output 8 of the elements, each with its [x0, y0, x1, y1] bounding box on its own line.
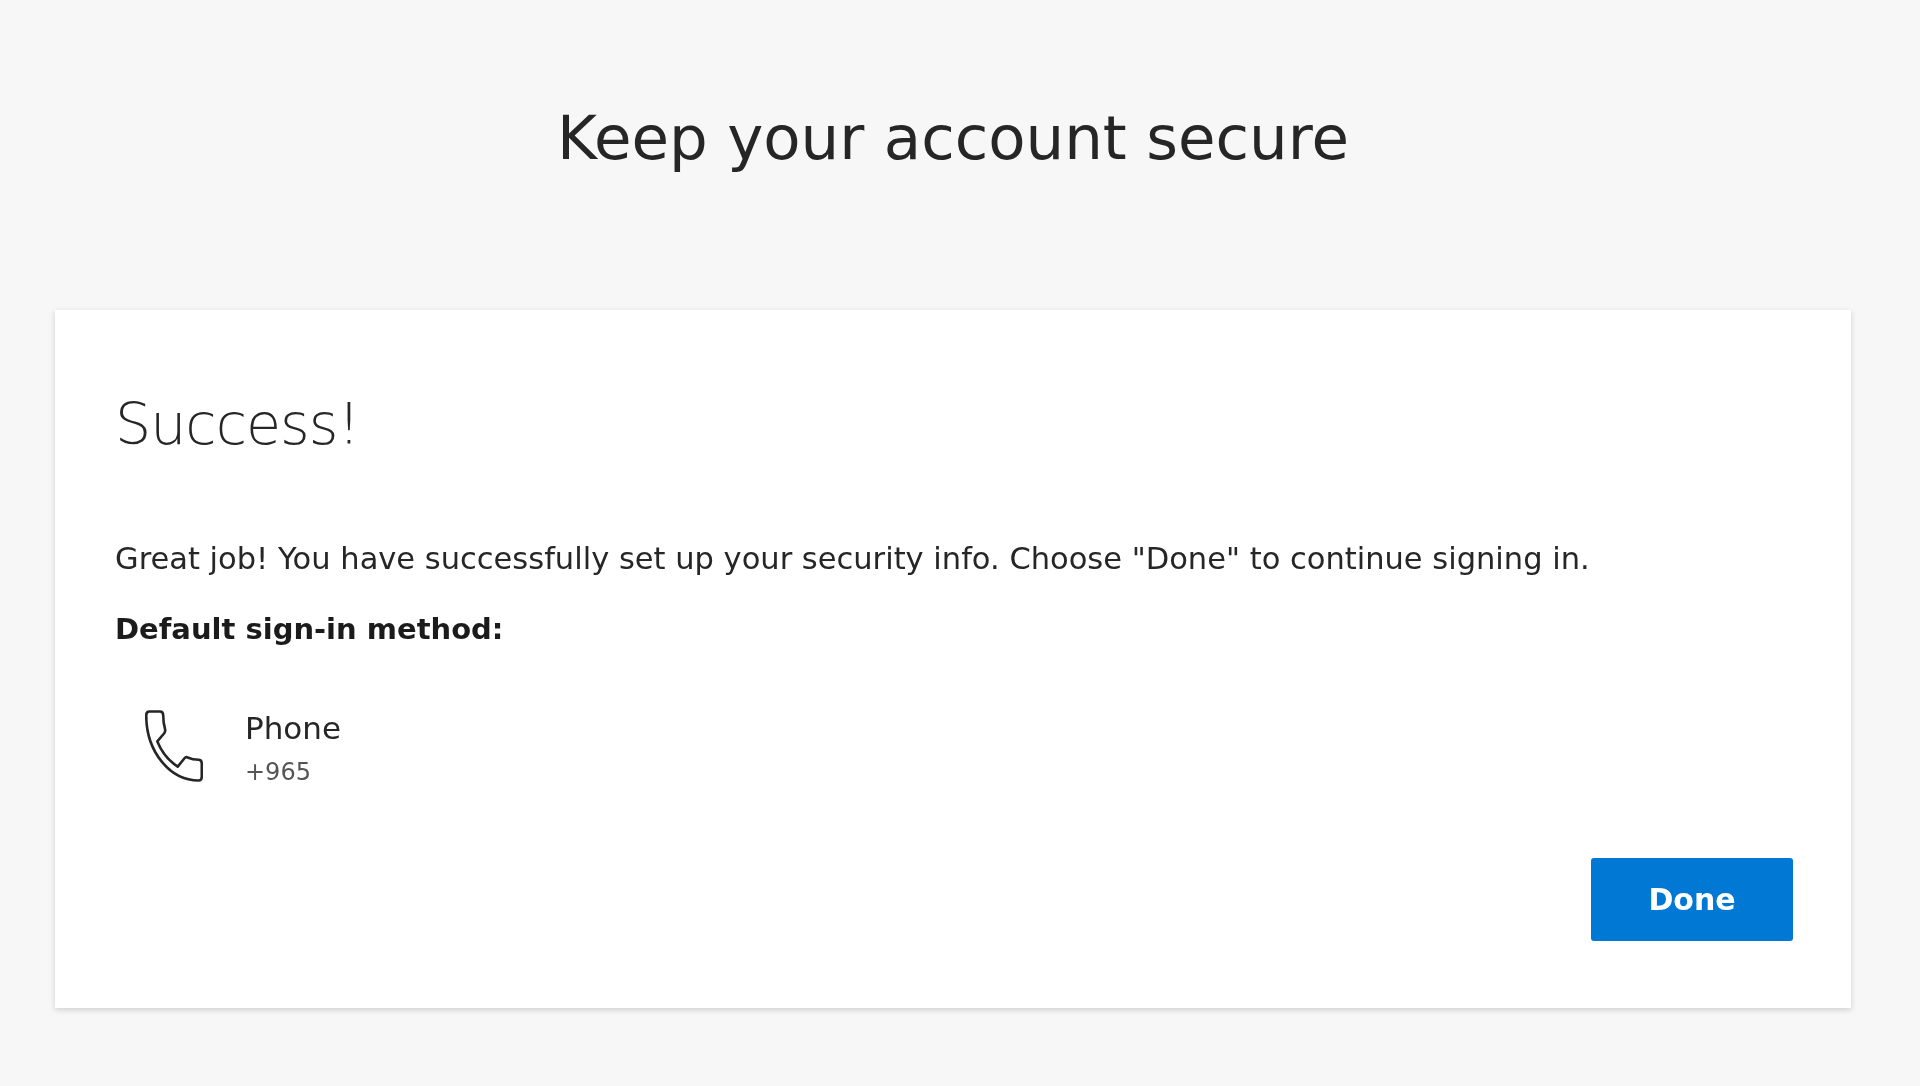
phone-icon: [145, 710, 203, 782]
success-message: Great job! You have successfully set up your security info. Choose "Done" to continue signing in.: [115, 540, 1591, 578]
method-name: Phone: [245, 710, 342, 746]
page-title: Keep your account secure: [556, 101, 1350, 175]
success-heading: Success!: [115, 390, 361, 459]
phone-number: +965: [245, 757, 312, 788]
default-method-label: Default sign-in method:: [115, 611, 505, 648]
done-button[interactable]: Done: [1591, 858, 1793, 941]
